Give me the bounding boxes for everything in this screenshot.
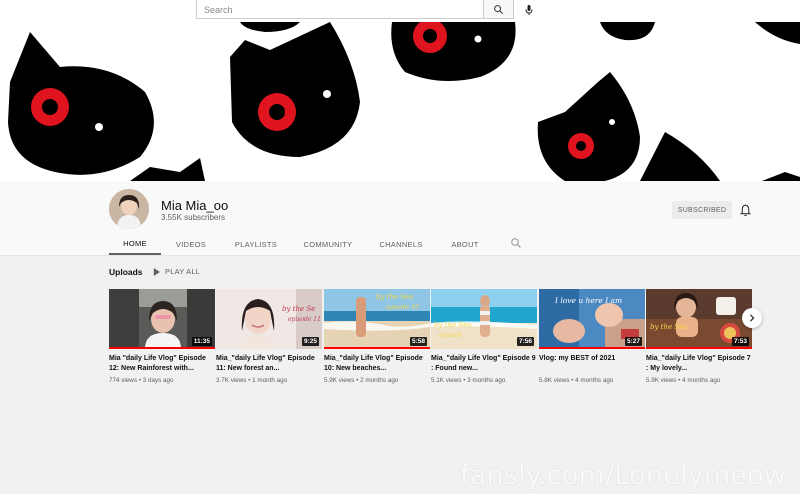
- tab-about[interactable]: ABOUT: [443, 233, 487, 255]
- video-duration: 5:58: [409, 337, 427, 346]
- voice-search-button[interactable]: [520, 1, 538, 19]
- video-card[interactable]: I love u here I am 5:27 Vlog: my BEST of…: [539, 289, 645, 384]
- video-card[interactable]: by the Se episode 11 9:25 Mia_"daily Lif…: [216, 289, 322, 384]
- channel-header: Mia Mia_oo 3.55K subscribers SUBSCRIBED …: [0, 181, 800, 255]
- video-meta: 5.1K views • 3 months ago: [431, 377, 506, 384]
- video-thumbnail[interactable]: by the Sea episode 10 5:58: [324, 289, 430, 349]
- video-duration: 11:35: [191, 337, 212, 346]
- watch-progress-bar: [646, 347, 752, 349]
- chevron-right-icon: [749, 314, 755, 322]
- play-all-label: PLAY ALL: [165, 267, 201, 276]
- watermark-text: fansly.com/Lonelymeow: [460, 460, 787, 491]
- video-duration: 9:25: [301, 337, 319, 346]
- video-card[interactable]: 11:35 Mia "daily Life Vlog" Episode 12: …: [109, 289, 215, 384]
- subscribed-button[interactable]: SUBSCRIBED: [672, 201, 732, 219]
- tab-home[interactable]: HOME: [109, 233, 161, 255]
- channel-search-icon[interactable]: [510, 237, 522, 249]
- video-title[interactable]: Vlog: my BEST of 2021: [539, 354, 645, 374]
- video-duration: 7:53: [731, 337, 749, 346]
- tab-playlists[interactable]: PLAYLISTS: [227, 233, 285, 255]
- video-age: 3 days ago: [142, 377, 174, 384]
- video-views: 5.1K views: [431, 377, 462, 384]
- video-views: 5.8K views: [539, 377, 570, 384]
- uploads-title[interactable]: Uploads: [109, 267, 143, 277]
- video-views: 3.7K views: [216, 377, 247, 384]
- video-thumbnail[interactable]: I love u here I am 5:27: [539, 289, 645, 349]
- video-age: 2 months ago: [360, 377, 399, 384]
- uploads-section: Uploads PLAY ALL 11:35 Mia "daily Life V…: [0, 256, 800, 494]
- channel-banner: [0, 22, 800, 181]
- tab-community[interactable]: COMMUNITY: [299, 233, 357, 255]
- video-duration: 5:27: [624, 337, 642, 346]
- top-bar: [0, 0, 800, 22]
- video-title[interactable]: Mia_"daily Life Vlog" Episode 9 : Found …: [431, 354, 537, 374]
- next-videos-button[interactable]: [742, 308, 762, 328]
- thumb-overlay-line-2: episode 10: [386, 304, 419, 311]
- watch-progress-bar: [324, 347, 430, 349]
- subscriber-count: 3.55K subscribers: [161, 213, 226, 222]
- thumb-overlay-line-1: by the Se: [282, 305, 315, 313]
- channel-avatar[interactable]: [109, 189, 149, 229]
- video-meta: 5.9K views • 2 months ago: [324, 377, 399, 384]
- video-meta: 5.9K views • 4 months ago: [646, 377, 721, 384]
- tab-channels[interactable]: CHANNELS: [373, 233, 429, 255]
- video-title[interactable]: Mia "daily Life Vlog" Episode 12: New Ra…: [109, 354, 215, 374]
- cat-head-2: [230, 22, 360, 157]
- video-title[interactable]: Mia_"daily Life Vlog" Episode 10: New be…: [324, 354, 430, 374]
- video-thumbnail[interactable]: by the Sea episode 7:56: [431, 289, 537, 349]
- video-thumbnail[interactable]: by the Sea 7:53: [646, 289, 752, 349]
- tab-videos[interactable]: VIDEOS: [165, 233, 217, 255]
- thumb-overlay-text: I love u here I am: [554, 296, 622, 305]
- video-card[interactable]: by the Sea episode 7:56 Mia_"daily Life …: [431, 289, 537, 384]
- search-icon: [494, 4, 504, 14]
- video-views: 5.9K views: [324, 377, 355, 384]
- video-meta: 774 views • 3 days ago: [109, 377, 174, 384]
- video-title[interactable]: Mia_"daily Life Vlog" Episode 7 : My lov…: [646, 354, 752, 374]
- watch-progress-bar: [539, 347, 645, 349]
- video-views: 5.9K views: [646, 377, 677, 384]
- watch-progress-bar: [109, 347, 215, 349]
- video-age: 1 month ago: [252, 377, 288, 384]
- notification-bell-button[interactable]: [738, 202, 752, 218]
- thumb-overlay-line-1: by the Sea: [376, 293, 413, 301]
- thumb-overlay-line-2: episode: [439, 332, 463, 339]
- video-card[interactable]: by the Sea 7:53 Mia_"daily Life Vlog" Ep…: [646, 289, 752, 384]
- search-box[interactable]: [196, 0, 484, 19]
- video-meta: 5.8K views • 4 months ago: [539, 377, 614, 384]
- thumb-overlay-line-2: episode 11: [288, 316, 321, 323]
- search-button[interactable]: [484, 0, 514, 19]
- channel-name: Mia Mia_oo: [161, 198, 229, 213]
- video-age: 3 months ago: [467, 377, 506, 384]
- video-card[interactable]: by the Sea episode 10 5:58 Mia_"daily Li…: [324, 289, 430, 384]
- play-all-button[interactable]: PLAY ALL: [153, 267, 200, 276]
- video-views: 774 views: [109, 377, 138, 384]
- play-icon: [153, 267, 160, 276]
- video-meta: 3.7K views • 1 month ago: [216, 377, 288, 384]
- bell-icon: [739, 204, 751, 216]
- thumb-overlay-line-1: by the Sea: [434, 321, 471, 329]
- video-age: 4 months ago: [575, 377, 614, 384]
- video-thumbnail[interactable]: by the Se episode 11 9:25: [216, 289, 322, 349]
- search-input[interactable]: [197, 1, 483, 19]
- video-age: 4 months ago: [682, 377, 721, 384]
- video-title[interactable]: Mia_"daily Life Vlog" Episode 11: New fo…: [216, 354, 322, 374]
- microphone-icon: [525, 5, 533, 15]
- thumb-overlay-text: by the Sea: [650, 323, 687, 331]
- video-thumbnail[interactable]: 11:35: [109, 289, 215, 349]
- video-duration: 7:56: [516, 337, 534, 346]
